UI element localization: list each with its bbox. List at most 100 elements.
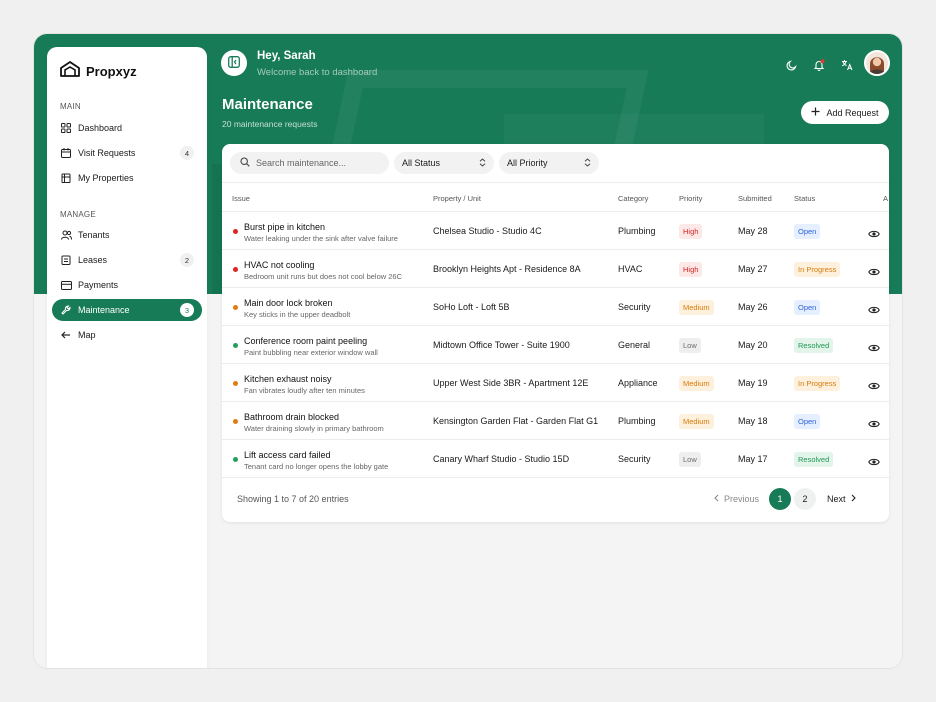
search-input[interactable] [256,158,376,168]
sidebar-item-label: Tenants [78,230,110,240]
status-select[interactable]: All Status [394,152,494,174]
house-logo-icon [60,61,80,82]
property-unit: Upper West Side 3BR - Apartment 12E [433,378,589,388]
status-badge: Open [794,224,821,239]
table-row[interactable]: Conference room paint peeling Paint bubbl… [222,326,889,364]
submitted-date: May 26 [738,302,768,312]
submitted-date: May 18 [738,416,768,426]
eye-icon[interactable] [868,340,880,352]
count-badge: 4 [180,146,194,160]
sidebar-item-label: Dashboard [78,123,123,133]
column-header-submitted[interactable]: Submitted [738,194,772,203]
sidebar-item-my-properties[interactable]: My Properties [52,167,202,189]
add-request-button[interactable]: Add Request [801,101,889,124]
table-row[interactable]: HVAC not cooling Bedroom unit runs but do… [222,250,889,288]
sidebar-item-tenants[interactable]: Tenants [52,224,202,246]
sidebar-item-label: Map [78,330,96,340]
sidebar-item-visit-requests[interactable]: Visit Requests 4 [52,142,202,164]
priority-dot [233,267,238,272]
grid-icon [60,122,72,134]
submitted-date: May 19 [738,378,768,388]
property-unit: Canary Wharf Studio - Studio 15D [433,454,570,464]
property-unit: Kensington Garden Flat - Garden Flat G1 [433,416,599,426]
category: Plumbing [618,416,656,426]
eye-icon[interactable] [868,416,880,428]
issue-title: Bathroom drain blocked [244,412,340,422]
sidebar-item-dashboard[interactable]: Dashboard [52,117,202,139]
maintenance-table-card: All Status All Priority Issue Property /… [222,144,889,522]
column-header-status[interactable]: Status [794,194,815,203]
table-row[interactable]: Lift access card failed Tenant card no lo… [222,440,889,478]
sidebar-item-leases[interactable]: Leases 2 [52,249,202,271]
column-header-actions[interactable]: A [883,194,888,203]
count-badge: 2 [180,253,194,267]
priority-dot [233,305,238,310]
priority-badge: Low [679,452,701,467]
greeting: Hey, Sarah [257,50,316,62]
eye-icon[interactable] [868,226,880,238]
calendar-icon [60,147,72,159]
issue-description: Water leaking under the sink after valve… [244,234,398,243]
issue-title: Main door lock broken [244,298,333,308]
page-title: Maintenance [222,96,313,113]
status-select-value: All Status [402,158,441,168]
page-button-2[interactable]: 2 [794,488,817,510]
bell-icon[interactable] [812,58,826,72]
previous-label: Previous [724,494,760,504]
priority-dot [233,381,238,386]
eye-icon[interactable] [868,302,880,314]
page-button-1[interactable]: 1 [769,488,792,510]
table-row[interactable]: Burst pipe in kitchen Water leaking under… [222,212,889,250]
sidebar-item-map[interactable]: Map [52,324,202,346]
brand[interactable]: Propxyz [60,61,137,82]
issue-title: Conference room paint peeling [244,336,368,346]
translate-icon[interactable] [840,58,854,72]
table-row[interactable]: Main door lock broken Key sticks in the u… [222,288,889,326]
issue-title: HVAC not cooling [244,260,315,270]
issue-title: Kitchen exhaust noisy [244,374,332,384]
chevron-up-down-icon [479,157,486,169]
building-icon [60,172,72,184]
table-row[interactable]: Bathroom drain blocked Water draining slo… [222,402,889,440]
category: HVAC [618,264,643,274]
eye-icon[interactable] [868,454,880,466]
column-header-priority[interactable]: Priority [679,194,702,203]
sidebar-item-maintenance[interactable]: Maintenance 3 [52,299,202,321]
next-label: Next [827,494,846,504]
property-unit: Chelsea Studio - Studio 4C [433,226,542,236]
previous-page-button[interactable]: Previous [714,494,759,504]
sidebar-toggle-button[interactable] [221,50,247,76]
search-box[interactable] [230,152,389,174]
category: Security [618,302,651,312]
document-icon [60,254,72,266]
sidebar-item-label: Visit Requests [78,148,136,158]
status-badge: In Progress [794,376,841,391]
nav-section-manage: MANAGE [60,210,96,219]
sidebar: Propxyz MAIN Dashboard Visit Requests 4 … [47,47,207,668]
category: General [618,340,651,350]
column-header-category[interactable]: Category [618,194,648,203]
next-page-button[interactable]: Next [827,494,856,504]
eye-icon[interactable] [868,264,880,276]
submitted-date: May 17 [738,454,768,464]
filter-bar: All Status All Priority [230,152,599,174]
property-unit: Brooklyn Heights Apt - Residence 8A [433,264,581,274]
issue-description: Water draining slowly in primary bathroo… [244,424,384,433]
sidebar-item-label: Leases [78,255,108,265]
moon-icon[interactable] [784,58,798,72]
sidebar-item-payments[interactable]: Payments [52,274,202,296]
category: Plumbing [618,226,656,236]
column-header-issue[interactable]: Issue [232,194,250,203]
submitted-date: May 20 [738,340,768,350]
avatar[interactable] [864,50,890,76]
status-badge: In Progress [794,262,841,277]
chevron-right-icon [851,494,856,504]
table-row[interactable]: Kitchen exhaust noisy Fan vibrates loudly… [222,364,889,402]
eye-icon[interactable] [868,378,880,390]
column-header-property[interactable]: Property / Unit [433,194,481,203]
entries-summary: Showing 1 to 7 of 20 entries [237,494,349,504]
category: Security [618,454,651,464]
issue-description: Key sticks in the upper deadbolt [244,310,351,319]
status-badge: Open [794,414,821,429]
priority-select[interactable]: All Priority [499,152,599,174]
